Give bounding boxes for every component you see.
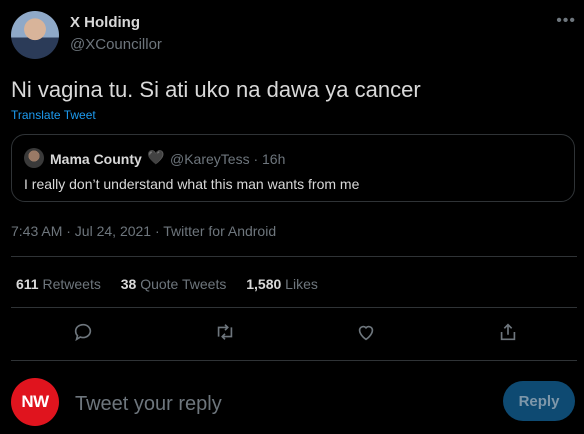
reply-icon[interactable] <box>72 321 94 343</box>
retweet-icon[interactable] <box>214 321 236 343</box>
divider <box>11 307 577 308</box>
tweet-stats: 611 Retweets 38 Quote Tweets 1,580 Likes <box>16 276 334 292</box>
translate-tweet-link[interactable]: Translate Tweet <box>11 108 96 122</box>
tweet-text: Ni vagina tu. Si ati uko na dawa ya canc… <box>11 77 421 102</box>
likes-stat[interactable]: 1,580 Likes <box>246 276 318 292</box>
reply-input[interactable] <box>73 389 477 419</box>
author-avatar[interactable] <box>11 11 59 59</box>
user-avatar[interactable]: NW <box>11 378 59 426</box>
tweet-timestamp[interactable]: 7:43 AM · Jul 24, 2021 · Twitter for And… <box>11 223 276 239</box>
quoted-tweet[interactable]: Mama County 🖤 @KareyTess · 16h I really … <box>11 134 575 202</box>
author-name[interactable]: X Holding <box>70 14 140 31</box>
author-handle[interactable]: @XCouncillor <box>70 36 162 53</box>
more-options-icon[interactable]: ••• <box>556 12 576 30</box>
quote-meta: @KareyTess · 16h <box>170 151 286 167</box>
quote-avatar <box>24 148 44 168</box>
quote-tweets-stat[interactable]: 38 Quote Tweets <box>121 276 227 292</box>
retweets-stat[interactable]: 611 Retweets <box>16 276 101 292</box>
share-icon[interactable] <box>497 321 519 343</box>
quote-text: I really don’t understand what this man … <box>24 176 360 192</box>
divider <box>11 256 577 257</box>
black-heart-icon: 🖤 <box>147 149 165 165</box>
reply-button[interactable]: Reply <box>503 381 575 421</box>
divider <box>11 360 577 361</box>
quote-author-name: Mama County <box>50 151 142 167</box>
like-icon[interactable] <box>355 321 377 343</box>
